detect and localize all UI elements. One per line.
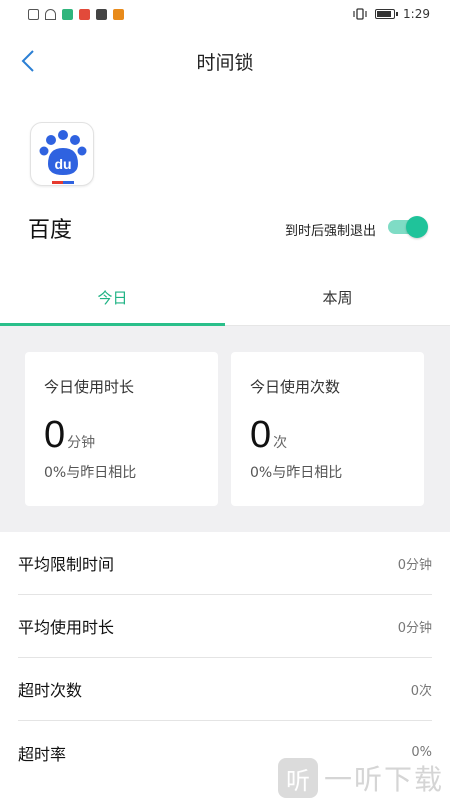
watermark-logo: 听 — [277, 758, 318, 798]
duration-compare: 0%与昨日相比 — [44, 465, 137, 481]
count-number: 0 — [250, 414, 272, 456]
list-item-value: 0分钟 — [397, 557, 432, 573]
svg-text:du: du — [54, 156, 71, 172]
tab-week[interactable]: 本周 — [225, 270, 450, 325]
status-icons-right: 1:29 — [353, 7, 430, 21]
vibrate-icon — [353, 8, 367, 20]
wifi-icon — [45, 8, 56, 20]
period-tabs: 今日 本周 — [0, 270, 450, 326]
duration-number: 0 — [44, 414, 66, 456]
header: 时间锁 — [0, 28, 450, 94]
watermark: 听 一听下载 — [277, 758, 444, 798]
list-item-value: 0次 — [410, 683, 432, 699]
notification-icon — [79, 8, 90, 20]
list-item-label: 超时次数 — [18, 681, 83, 700]
baidu-app-icon: du — [30, 122, 94, 186]
list-item-label: 超时率 — [18, 744, 67, 764]
toggle-knob — [406, 216, 428, 238]
app-name: 百度 — [28, 218, 73, 243]
usage-duration-card: 今日使用时长 0 分钟 0%与昨日相比 — [25, 352, 218, 506]
count-compare: 0%与昨日相比 — [250, 465, 343, 481]
usage-count-card: 今日使用次数 0 次 0%与昨日相比 — [231, 352, 424, 506]
count-unit: 次 — [273, 435, 288, 451]
list-item-label: 平均限制时间 — [18, 555, 115, 574]
tab-today[interactable]: 今日 — [0, 270, 225, 326]
notification-icon — [62, 8, 73, 20]
status-icons-left — [28, 8, 124, 20]
notification-icon — [96, 8, 107, 20]
card-value: 0 次 — [250, 414, 287, 457]
page-title: 时间锁 — [196, 52, 254, 74]
sim-icon — [28, 8, 39, 20]
card-title: 今日使用次数 — [250, 378, 341, 396]
list-item-value: 0分钟 — [397, 620, 432, 636]
duration-unit: 分钟 — [67, 435, 96, 451]
list-item-avg-limit: 平均限制时间 0分钟 — [18, 532, 432, 595]
card-title: 今日使用时长 — [44, 378, 135, 396]
battery-icon — [375, 9, 399, 19]
list-item-avg-usage: 平均使用时长 0分钟 — [18, 595, 432, 658]
card-value: 0 分钟 — [44, 414, 95, 457]
force-exit-toggle[interactable] — [388, 216, 428, 238]
stats-area: 今日使用时长 0 分钟 0%与昨日相比 今日使用次数 0 次 0%与昨日相比 — [0, 326, 450, 532]
app-info: du 百度 到时后强制退出 — [0, 94, 450, 270]
status-time: 1:29 — [403, 7, 430, 21]
force-exit-label: 到时后强制退出 — [284, 224, 376, 239]
notification-icon — [113, 8, 124, 20]
status-bar: 1:29 — [0, 0, 450, 28]
watermark-text: 一听下载 — [323, 763, 444, 796]
list-item-label: 平均使用时长 — [18, 618, 115, 637]
list-item-overtime-count: 超时次数 0次 — [18, 658, 432, 721]
